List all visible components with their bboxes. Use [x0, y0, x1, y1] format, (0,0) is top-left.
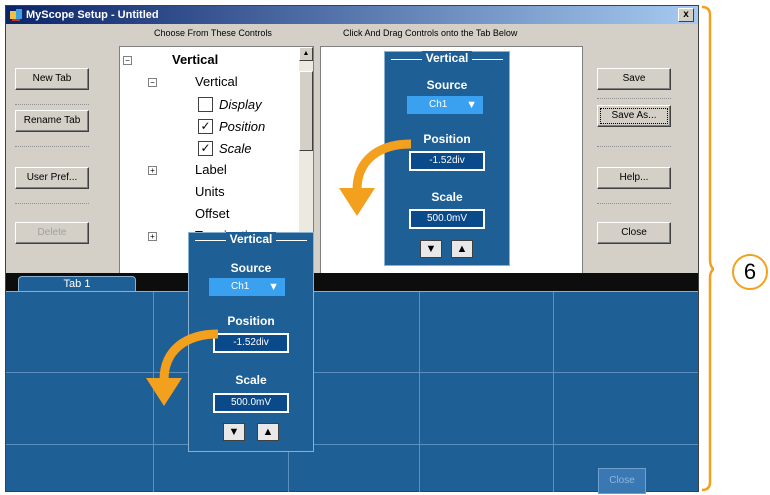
scale-up-button[interactable]: ▲ — [451, 240, 473, 258]
grid-line — [419, 292, 420, 492]
app-icon — [10, 9, 22, 21]
panel-title: Vertical — [189, 232, 313, 246]
window-close-button[interactable]: x — [678, 8, 694, 22]
tree-item-position[interactable]: Position — [219, 119, 265, 134]
grid-line — [553, 292, 554, 492]
tab-1[interactable]: Tab 1 — [18, 276, 136, 291]
scale-checkbox[interactable]: ✓ — [198, 141, 213, 156]
title-bar: MyScope Setup - Untitled x — [6, 6, 698, 24]
tree-item-display[interactable]: Display — [219, 97, 262, 112]
drag-arrow-icon — [146, 329, 219, 406]
grid-line — [6, 444, 698, 445]
position-field[interactable]: -1.52div — [409, 151, 485, 171]
scroll-up-icon[interactable]: ▲ — [299, 47, 313, 61]
source-value: Ch1 — [429, 99, 448, 110]
user-pref-button[interactable]: User Pref... — [15, 167, 89, 189]
new-tab-button[interactable]: New Tab — [15, 68, 89, 90]
divider — [15, 104, 89, 105]
display-checkbox[interactable] — [198, 97, 213, 112]
divider — [597, 146, 671, 147]
source-value: Ch1 — [231, 281, 250, 292]
dropdown-arrow-icon: ▼ — [268, 281, 279, 293]
tree-item-vertical[interactable]: Vertical — [195, 74, 238, 89]
scale-up-button[interactable]: ▲ — [257, 423, 279, 441]
drag-controls-header: Click And Drag Controls onto the Tab Bel… — [343, 28, 518, 38]
source-label: Source — [426, 78, 468, 92]
dropdown-arrow-icon: ▼ — [466, 99, 477, 111]
tree-item-offset[interactable]: Offset — [195, 206, 229, 221]
save-as-button[interactable]: Save As... — [597, 105, 671, 127]
position-checkbox[interactable]: ✓ — [198, 119, 213, 134]
tree-item-vertical-root[interactable]: Vertical — [172, 52, 218, 67]
position-field[interactable]: -1.52div — [213, 333, 289, 353]
panel-title: Vertical — [385, 51, 509, 65]
scale-down-button[interactable]: ▼ — [420, 240, 442, 258]
expand-icon[interactable]: + — [148, 166, 157, 175]
scroll-thumb[interactable] — [299, 71, 313, 151]
help-button[interactable]: Help... — [597, 167, 671, 189]
position-label: Position — [227, 314, 275, 328]
rename-tab-button[interactable]: Rename Tab — [15, 110, 89, 132]
tab-canvas[interactable] — [6, 291, 698, 492]
drag-arrow-icon — [339, 139, 412, 216]
source-label: Source — [230, 261, 272, 275]
divider — [597, 98, 671, 99]
divider — [597, 203, 671, 204]
delete-button[interactable]: Delete — [15, 222, 89, 244]
divider — [15, 146, 89, 147]
myscope-setup-window: MyScope Setup - Untitled x New Tab Renam… — [5, 5, 699, 494]
scale-down-button[interactable]: ▼ — [223, 423, 245, 441]
tab-close-button[interactable]: Close — [598, 468, 646, 494]
tree-item-label[interactable]: Label — [195, 162, 227, 177]
callout-bracket — [701, 5, 714, 492]
collapse-icon[interactable]: − — [123, 56, 132, 65]
scale-field[interactable]: 500.0mV — [213, 393, 289, 413]
source-dropdown[interactable]: Ch1 ▼ — [407, 96, 483, 114]
step-number-callout: 6 — [732, 254, 768, 290]
expand-icon[interactable]: + — [148, 232, 157, 241]
collapse-icon[interactable]: − — [148, 78, 157, 87]
divider — [15, 203, 89, 204]
choose-controls-header: Choose From These Controls — [154, 28, 272, 38]
grid-line — [6, 372, 698, 373]
tree-item-scale[interactable]: Scale — [219, 141, 252, 156]
window-title: MyScope Setup - Untitled — [26, 9, 159, 21]
close-button[interactable]: Close — [597, 222, 671, 244]
source-dropdown[interactable]: Ch1 ▼ — [209, 278, 285, 296]
tree-item-units[interactable]: Units — [195, 184, 225, 199]
scale-field[interactable]: 500.0mV — [409, 209, 485, 229]
save-button[interactable]: Save — [597, 68, 671, 90]
